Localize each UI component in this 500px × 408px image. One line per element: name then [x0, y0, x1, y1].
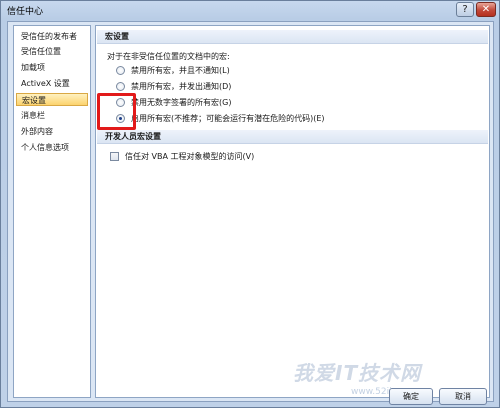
red-highlight-box	[97, 93, 136, 130]
developer-settings-header: 开发人员宏设置	[97, 130, 488, 144]
close-button[interactable]: ✕	[476, 2, 496, 17]
sidebar-item-activex-settings[interactable]: ActiveX 设置	[16, 77, 88, 90]
radio-enable-all[interactable]: 启用所有宏(不推荐；可能会运行有潜在危险的代码)(E)	[116, 112, 325, 124]
checkbox-label: 信任对 VBA 工程对象模型的访问(V)	[125, 151, 255, 161]
sidebar-item-external-content[interactable]: 外部内容	[16, 125, 88, 138]
checkbox-trust-vba[interactable]: 信任对 VBA 工程对象模型的访问(V)	[110, 150, 254, 162]
watermark-logo: 我爱IT技术网	[293, 361, 422, 385]
settings-panel: 宏设置 对于在非受信任位置的文档中的宏: 禁用所有宏，并且不通知(L) 禁用所有…	[95, 25, 490, 398]
checkbox[interactable]	[110, 151, 119, 161]
radio-disable-with-notify[interactable]: 禁用所有宏，并发出通知(D)	[116, 80, 231, 92]
dialog-body: 受信任的发布者 受信任位置 加载项 ActiveX 设置 宏设置 消息栏 外部内…	[7, 21, 494, 402]
trust-center-window: 信任中心 ? ✕ 受信任的发布者 受信任位置 加载项 ActiveX 设置 宏设…	[0, 0, 500, 408]
macro-description: 对于在非受信任位置的文档中的宏:	[107, 52, 230, 61]
sidebar-nav: 受信任的发布者 受信任位置 加载项 ActiveX 设置 宏设置 消息栏 外部内…	[13, 25, 91, 398]
radio-label: 启用所有宏(不推荐；可能会运行有潜在危险的代码)(E)	[131, 113, 325, 123]
title-bar[interactable]: 信任中心 ? ✕	[1, 1, 499, 19]
sidebar-item-trusted-locations[interactable]: 受信任位置	[16, 45, 88, 58]
cancel-button[interactable]: 取消	[439, 388, 487, 405]
ok-button[interactable]: 确定	[389, 388, 433, 405]
radio-button[interactable]	[116, 81, 125, 91]
sidebar-item-add-ins[interactable]: 加载项	[16, 61, 88, 74]
radio-label: 禁用所有宏，并且不通知(L)	[131, 65, 230, 75]
sidebar-item-trusted-publishers[interactable]: 受信任的发布者	[16, 30, 88, 43]
sidebar-item-macro-settings[interactable]: 宏设置	[16, 93, 88, 106]
help-button[interactable]: ?	[456, 2, 474, 17]
radio-label: 禁用无数字签署的所有宏(G)	[131, 97, 232, 107]
radio-button[interactable]	[116, 65, 125, 75]
sidebar-item-privacy-options[interactable]: 个人信息选项	[16, 141, 88, 154]
macro-settings-header: 宏设置	[97, 30, 488, 44]
window-title: 信任中心	[7, 7, 44, 17]
radio-label: 禁用所有宏，并发出通知(D)	[131, 81, 232, 91]
sidebar-item-message-bar[interactable]: 消息栏	[16, 109, 88, 122]
radio-disable-no-notify[interactable]: 禁用所有宏，并且不通知(L)	[116, 64, 230, 76]
